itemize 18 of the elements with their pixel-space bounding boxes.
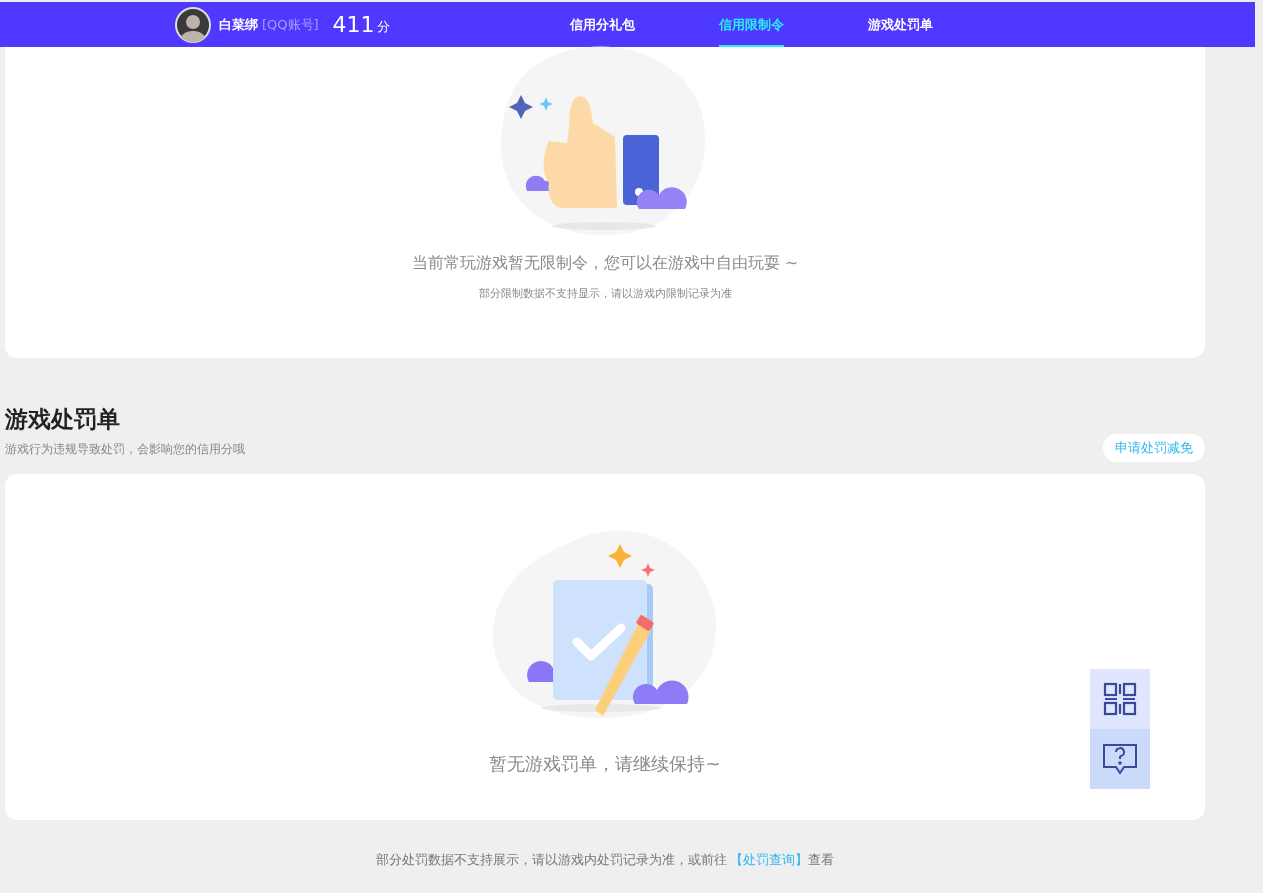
avatar (175, 6, 211, 43)
nav-tab[interactable]: 信用分礼包 (570, 2, 635, 47)
section-title: 游戏处罚单 (5, 405, 121, 434)
appeal-button[interactable]: 申请处罚减免 (1103, 434, 1205, 462)
empty-message: 暂无游戏罚单，请继续保持~ (489, 752, 721, 776)
empty-message: 当前常玩游戏暂无限制令，您可以在游戏中自由玩耍 ~ (411, 253, 799, 274)
account-type: [QQ账号] (262, 15, 319, 34)
qr-code-button[interactable] (1090, 669, 1150, 729)
help-message-icon (1102, 743, 1138, 775)
credit-score: 411 (332, 12, 375, 37)
nav-tab[interactable]: 游戏处罚单 (868, 2, 933, 47)
section-subtitle: 游戏行为违规导致处罚，会影响您的信用分哦 (5, 441, 245, 458)
qr-code-icon (1103, 682, 1137, 716)
help-button[interactable] (1090, 729, 1150, 789)
footer-note: 部分处罚数据不支持展示，请以游戏内处罚记录为准，或前往 【处罚查询】查看 (374, 852, 836, 869)
user-name: 白菜绑 (219, 15, 258, 34)
score-unit: 分 (376, 18, 390, 36)
note-text: 部分限制数据不支持显示，请以游戏内限制记录为准 (478, 286, 732, 301)
